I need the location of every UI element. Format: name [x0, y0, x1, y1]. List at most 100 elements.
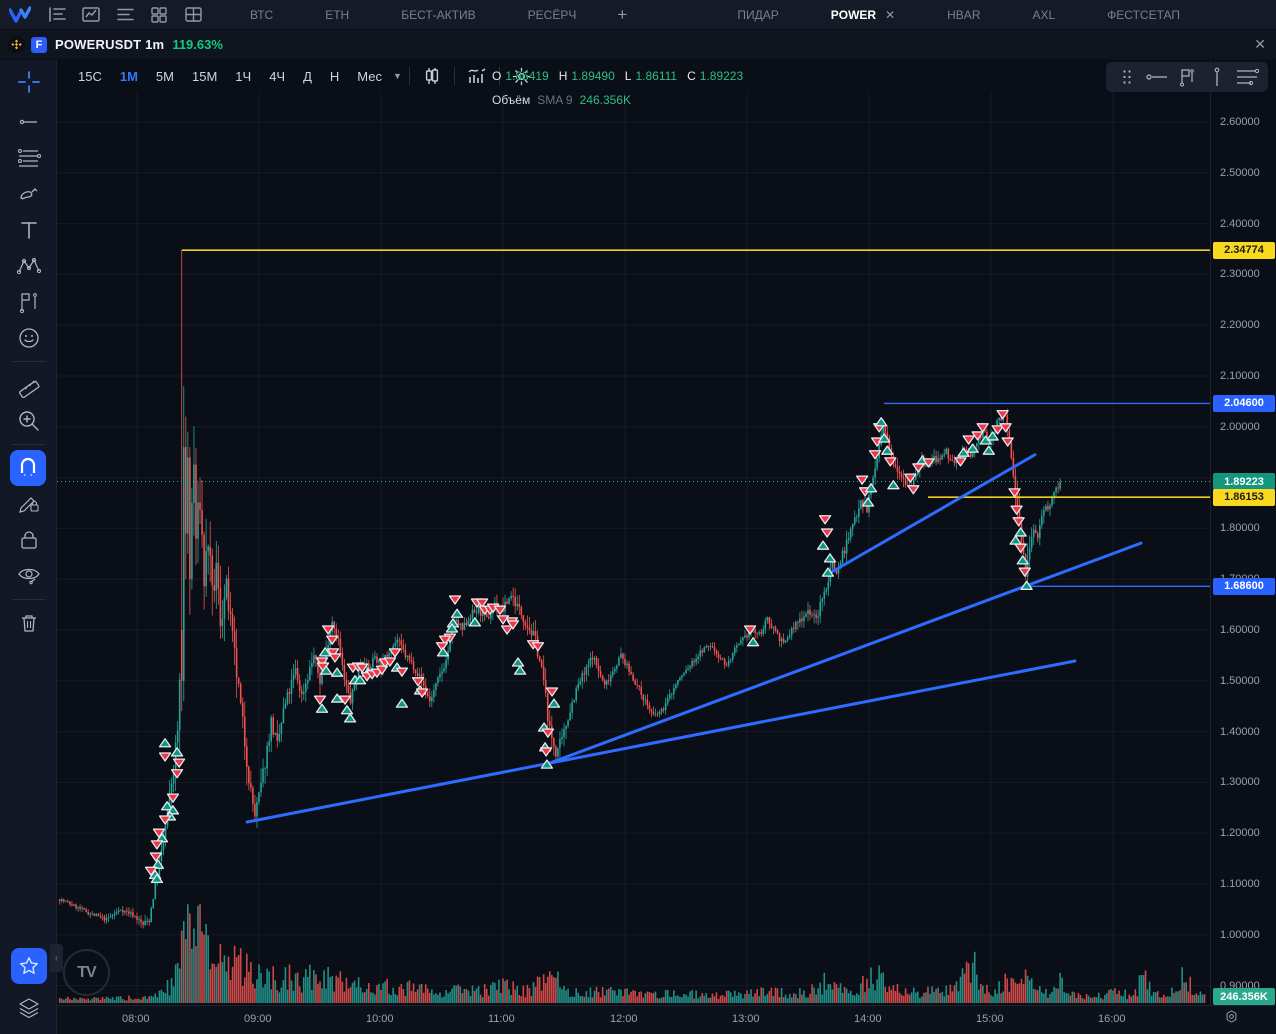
lock-drawings-icon[interactable]: [0, 522, 57, 558]
fib-lines-tool-icon[interactable]: [0, 140, 57, 176]
indicators-icon[interactable]: [462, 63, 492, 89]
chart-panel-icon[interactable]: [74, 0, 108, 30]
watchlist-panel-icon[interactable]: [40, 0, 74, 30]
timeframe-button-5М[interactable]: 5М: [147, 64, 183, 88]
forecast-tool-icon[interactable]: [0, 284, 57, 320]
brush-tool-icon[interactable]: [0, 176, 57, 212]
magnet-tool-icon[interactable]: [10, 450, 46, 486]
trend-line-0[interactable]: [245, 659, 1077, 824]
drag-handle-icon[interactable]: [1112, 63, 1142, 91]
hide-drawings-icon[interactable]: [0, 558, 57, 594]
buy-marker[interactable]: [436, 647, 450, 657]
time-axis[interactable]: 08:00 09:00 10:00 11:00 12:00 13:00 14:00 15:00…: [57, 1005, 1276, 1034]
buy-marker[interactable]: [330, 667, 344, 677]
sell-marker[interactable]: [855, 475, 869, 485]
symbol-title[interactable]: POWERUSDT 1m: [55, 37, 164, 52]
flag-mark-icon[interactable]: [1172, 63, 1202, 91]
buy-marker[interactable]: [340, 705, 354, 715]
timeframe-button-15С[interactable]: 15С: [69, 64, 111, 88]
buy-marker[interactable]: [547, 698, 561, 708]
sell-marker[interactable]: [818, 515, 832, 525]
workspace-tab-right-4[interactable]: ФЕСТСЕТАП: [1081, 0, 1206, 30]
drawing-mode-icon[interactable]: [0, 486, 57, 522]
sell-marker[interactable]: [820, 528, 834, 538]
pattern-tool-icon[interactable]: [0, 248, 57, 284]
symbol-bar-close-icon[interactable]: ✕: [1254, 36, 1266, 53]
object-tree-layers-icon[interactable]: [0, 990, 57, 1026]
axis-settings-gear-icon[interactable]: [1224, 1009, 1239, 1029]
sell-marker[interactable]: [1014, 543, 1027, 553]
buy-marker[interactable]: [861, 497, 875, 507]
sell-marker[interactable]: [150, 840, 164, 850]
sell-marker[interactable]: [1018, 567, 1031, 577]
sell-marker[interactable]: [912, 463, 925, 473]
grid-layout-icon[interactable]: [142, 0, 176, 30]
list-view-icon[interactable]: [108, 0, 142, 30]
favorites-star-icon[interactable]: [10, 948, 47, 984]
timeframe-button-4Ч[interactable]: 4Ч: [260, 64, 294, 88]
timeframe-button-1М[interactable]: 1М: [111, 64, 147, 88]
timeframe-button-15М[interactable]: 15М: [183, 64, 226, 88]
workspace-tab-right-0[interactable]: ПИДАР: [711, 0, 804, 30]
zoom-in-tool-icon[interactable]: [0, 403, 57, 439]
sell-marker[interactable]: [907, 485, 920, 495]
buy-marker[interactable]: [816, 540, 830, 550]
sell-marker[interactable]: [496, 615, 510, 625]
buy-marker[interactable]: [1009, 535, 1022, 545]
sell-marker[interactable]: [448, 595, 462, 605]
buy-marker[interactable]: [315, 703, 329, 713]
sell-marker[interactable]: [1012, 517, 1025, 527]
sell-marker[interactable]: [313, 695, 327, 705]
sell-marker[interactable]: [962, 435, 975, 445]
buy-marker[interactable]: [823, 553, 837, 563]
vertical-line-icon[interactable]: [1202, 63, 1232, 91]
sidebar-collapse-handle[interactable]: ‹: [50, 944, 63, 972]
sell-marker[interactable]: [1008, 488, 1021, 498]
table-layout-icon[interactable]: [176, 0, 210, 30]
sell-marker[interactable]: [328, 653, 342, 663]
app-logo-icon[interactable]: [0, 5, 40, 24]
buy-marker[interactable]: [158, 738, 172, 748]
workspace-tab-0[interactable]: ВТС: [224, 0, 299, 30]
timeframe-chevron-down-icon[interactable]: ▼: [393, 71, 402, 81]
buy-marker[interactable]: [875, 417, 888, 427]
workspace-tab-right-2[interactable]: HBAR: [921, 0, 1006, 30]
workspace-tab-right-3[interactable]: AXL: [1006, 0, 1081, 30]
trend-line-1[interactable]: [545, 541, 1143, 766]
candle-style-icon[interactable]: [417, 63, 447, 89]
sell-marker[interactable]: [1010, 505, 1023, 515]
timeframe-button-Н[interactable]: Н: [321, 64, 348, 88]
text-tool-icon[interactable]: [0, 212, 57, 248]
timeframe-button-Мес[interactable]: Мес: [348, 64, 391, 88]
buy-marker[interactable]: [982, 445, 995, 455]
price-axis[interactable]: 2.60000 2.50000 2.40000 2.30000 2.20000 2.100…: [1210, 60, 1276, 1005]
buy-marker[interactable]: [450, 608, 464, 618]
buy-marker[interactable]: [511, 657, 525, 667]
sell-marker[interactable]: [976, 423, 989, 433]
workspace-tab-right-1[interactable]: POWER ✕: [805, 0, 921, 30]
buy-marker[interactable]: [1016, 555, 1029, 565]
tab-close-icon[interactable]: ✕: [885, 8, 895, 22]
timeframe-button-1Ч[interactable]: 1Ч: [226, 64, 260, 88]
sell-marker[interactable]: [158, 752, 172, 762]
measure-tool-icon[interactable]: [0, 367, 57, 403]
align-lines-icon[interactable]: [1232, 63, 1262, 91]
crosshair-tool-icon[interactable]: [0, 60, 57, 104]
buy-marker[interactable]: [1014, 527, 1027, 537]
buy-marker[interactable]: [170, 747, 184, 757]
timeframe-button-Д[interactable]: Д: [294, 64, 321, 88]
buy-marker[interactable]: [513, 665, 527, 675]
workspace-tab-1[interactable]: ETH: [299, 0, 375, 30]
remove-drawings-icon[interactable]: [0, 605, 57, 641]
sell-marker[interactable]: [395, 667, 409, 677]
buy-marker[interactable]: [395, 698, 409, 708]
workspace-tab-2[interactable]: БЕСТ-АКТИВ: [375, 0, 501, 30]
workspace-tab-3[interactable]: РЕСЁРЧ: [502, 0, 603, 30]
buy-marker[interactable]: [343, 713, 357, 723]
sell-marker[interactable]: [539, 747, 553, 757]
emoji-tool-icon[interactable]: [0, 320, 57, 356]
horizontal-ray-icon[interactable]: [1142, 63, 1172, 91]
trend-line-tool-icon[interactable]: [0, 104, 57, 140]
sell-marker[interactable]: [996, 409, 1009, 420]
add-tab-button[interactable]: +: [602, 0, 642, 30]
